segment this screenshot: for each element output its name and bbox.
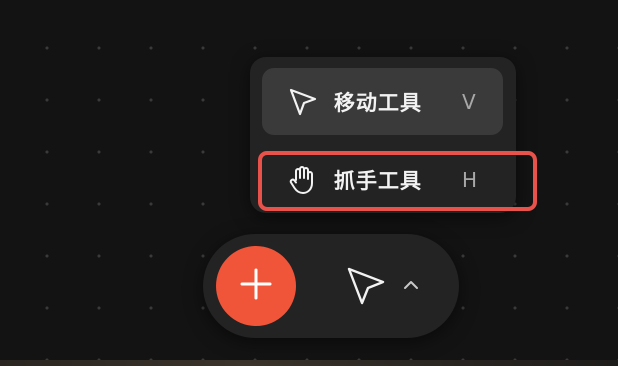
current-tool-switcher[interactable] — [341, 262, 431, 310]
add-button[interactable] — [216, 246, 296, 326]
move-tool-label: 移动工具 — [334, 90, 422, 115]
hand-tool-shortcut: H — [462, 167, 478, 192]
tool-menu-popover: 移动工具 V 抓手工具 H — [250, 57, 516, 213]
hand-tool-label: 抓手工具 — [334, 168, 422, 193]
menu-item-move-tool[interactable]: 移动工具 V — [262, 68, 503, 135]
canvas-bottom-edge — [0, 360, 618, 366]
hand-icon — [286, 163, 320, 197]
menu-item-hand-tool[interactable]: 抓手工具 H — [262, 146, 503, 213]
bottom-toolbar — [203, 234, 459, 338]
plus-icon — [239, 267, 273, 305]
pointer-arrow-icon — [286, 85, 320, 119]
pointer-arrow-icon — [344, 264, 388, 312]
chevron-up-icon — [403, 276, 419, 295]
move-tool-shortcut: V — [462, 89, 476, 114]
